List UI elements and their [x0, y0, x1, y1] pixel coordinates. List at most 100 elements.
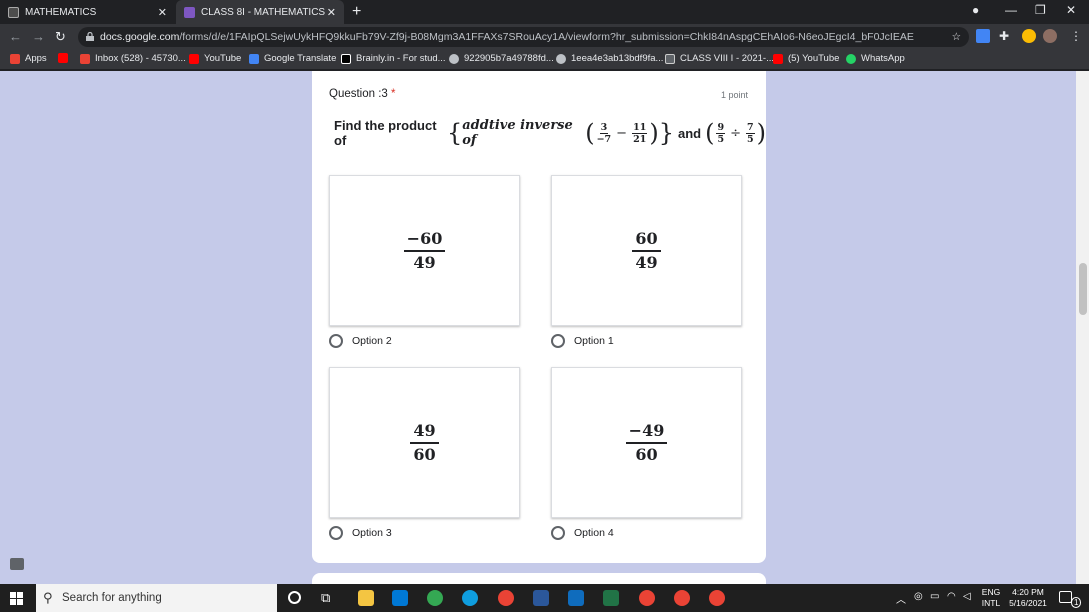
new-tab-button[interactable]: +: [352, 3, 361, 21]
taskbar-search-box[interactable]: ⚲ Search for anything: [36, 584, 277, 612]
clock[interactable]: 4:20 PM 5/16/2021: [1006, 587, 1050, 609]
chevron-up-icon[interactable]: ︿: [896, 591, 906, 606]
avatar[interactable]: [1043, 29, 1057, 43]
cortana-icon[interactable]: [288, 591, 301, 604]
bookmark-inbox[interactable]: Inbox (528) - 45730...: [80, 53, 186, 64]
bookmark-922905[interactable]: 922905b7a49788fd...: [449, 53, 554, 64]
question-card: Question :3 * 1 point Find the product o…: [312, 71, 766, 563]
back-button[interactable]: ←: [9, 29, 22, 44]
address-bar[interactable]: docs.google.com/forms/d/e/1FAIpQLSejwUyk…: [78, 27, 969, 47]
chrome-icon[interactable]: [674, 590, 690, 606]
fraction-1: 3 −7: [596, 121, 612, 145]
youtube-icon: [773, 53, 783, 64]
radio-button[interactable]: [551, 334, 565, 348]
option-fraction: −60 49: [403, 229, 446, 273]
tab-class-8i[interactable]: CLASS 8I - MATHEMATICS - SUB ✕: [176, 0, 344, 24]
close-icon[interactable]: ✕: [327, 6, 336, 19]
volume-icon[interactable]: ◁: [963, 591, 971, 602]
option-radio-row[interactable]: Option 2: [329, 334, 392, 348]
chrome-icon[interactable]: [427, 590, 443, 606]
url-path: /forms/d/e/1FAIpQLSejwUykHFQ9kkuFb79V-Zf…: [179, 31, 914, 43]
chrome-profile-icon[interactable]: [498, 590, 514, 606]
bookmark-youtube-short[interactable]: [58, 53, 73, 63]
chrome-extension-icon[interactable]: [1022, 29, 1036, 43]
option-radio-row[interactable]: Option 4: [551, 526, 614, 540]
bookmark-google-translate[interactable]: Google Translate: [249, 53, 336, 64]
form-page: Question :3 * 1 point Find the product o…: [0, 71, 1076, 584]
profile-dot-icon[interactable]: ●: [972, 3, 979, 17]
scrollbar-thumb[interactable]: [1079, 263, 1087, 315]
option-label: Option 2: [352, 335, 392, 347]
open-paren: (: [705, 119, 715, 147]
close-paren: ): [756, 119, 766, 147]
fraction-3: 95: [716, 121, 726, 145]
wifi-icon[interactable]: ◠: [947, 591, 956, 602]
question-number: Question :3 *: [329, 88, 396, 100]
translate-extension-icon[interactable]: [976, 29, 990, 43]
globe-icon: [449, 53, 459, 64]
chrome-icon[interactable]: [639, 590, 655, 606]
question-text: Find the product of { addtive inverse of…: [334, 113, 766, 153]
notification-count: 1: [1071, 597, 1082, 608]
option-radio-row[interactable]: Option 1: [551, 334, 614, 348]
minus-operator: −: [616, 125, 628, 141]
feedback-icon[interactable]: [10, 558, 24, 570]
whatsapp-icon: [846, 53, 856, 64]
network-icon[interactable]: ◎: [914, 591, 923, 602]
forward-button[interactable]: →: [32, 29, 45, 44]
option-label: Option 1: [574, 335, 614, 347]
excel-icon[interactable]: [603, 590, 619, 606]
bookmark-apps[interactable]: Apps: [10, 53, 47, 64]
bookmark-youtube[interactable]: YouTube: [189, 53, 241, 64]
video-player-icon[interactable]: [568, 590, 584, 606]
classroom-icon: [8, 6, 19, 18]
tab-title: MATHEMATICS: [25, 6, 97, 18]
extensions-icon[interactable]: ✚: [999, 29, 1013, 43]
tab-title: CLASS 8I - MATHEMATICS - SUB: [201, 6, 326, 18]
option-image: 49 60: [329, 367, 520, 518]
browser-toolbar: ← → ↻ docs.google.com/forms/d/e/1FAIpQLS…: [0, 24, 1089, 50]
option-label: Option 4: [574, 527, 614, 539]
question-math-text: addtive inverse of: [462, 118, 573, 148]
gmail-icon: [80, 53, 90, 64]
bookmark-whatsapp[interactable]: WhatsApp: [846, 53, 905, 64]
radio-button[interactable]: [329, 526, 343, 540]
option-radio-row[interactable]: Option 3: [329, 526, 392, 540]
language-indicator[interactable]: ENG INTL: [980, 587, 1002, 609]
maximize-button[interactable]: ❐: [1035, 3, 1046, 17]
mail-icon[interactable]: [392, 590, 408, 606]
close-brace: }: [658, 119, 674, 147]
bookmark-brainly[interactable]: Brainly.in - For stud...: [341, 53, 446, 64]
radio-button[interactable]: [551, 526, 565, 540]
windows-start-icon[interactable]: [10, 592, 23, 605]
option-fraction: −49 60: [625, 421, 668, 465]
minimize-button[interactable]: —: [1005, 3, 1017, 17]
task-view-icon[interactable]: ⧉: [321, 590, 330, 606]
tab-mathematics[interactable]: MATHEMATICS ✕: [0, 0, 175, 24]
classroom-icon: [665, 53, 675, 64]
close-icon[interactable]: ✕: [158, 6, 167, 19]
page-scrollbar[interactable]: [1076, 71, 1089, 584]
menu-icon[interactable]: ⋮: [1070, 29, 1084, 43]
reload-button[interactable]: ↻: [55, 29, 66, 45]
bookmark-youtube-5[interactable]: (5) YouTube: [773, 53, 839, 64]
brainly-icon: [341, 53, 351, 64]
url-host: docs.google.com: [100, 31, 180, 43]
chrome-icon[interactable]: [709, 590, 725, 606]
word-icon[interactable]: [533, 590, 549, 606]
bookmark-1eea4e[interactable]: 1eea4e3ab13bdf9fa...: [556, 53, 663, 64]
fraction-2: 11 21: [632, 121, 648, 145]
option-fraction: 49 60: [410, 421, 439, 465]
search-icon: ⚲: [43, 590, 53, 605]
radio-button[interactable]: [329, 334, 343, 348]
bookmark-class-viii[interactable]: CLASS VIII I - 2021-...: [665, 53, 774, 64]
window-close-button[interactable]: ✕: [1066, 3, 1076, 17]
lock-icon: [86, 32, 94, 41]
apps-grid-icon: [10, 53, 20, 64]
edge-icon[interactable]: [462, 590, 478, 606]
divide-operator: ÷: [730, 125, 741, 141]
battery-icon[interactable]: ▭: [930, 591, 939, 602]
star-icon[interactable]: ☆: [952, 31, 961, 43]
file-explorer-icon[interactable]: [358, 590, 374, 606]
fraction-4: 75: [746, 121, 755, 145]
